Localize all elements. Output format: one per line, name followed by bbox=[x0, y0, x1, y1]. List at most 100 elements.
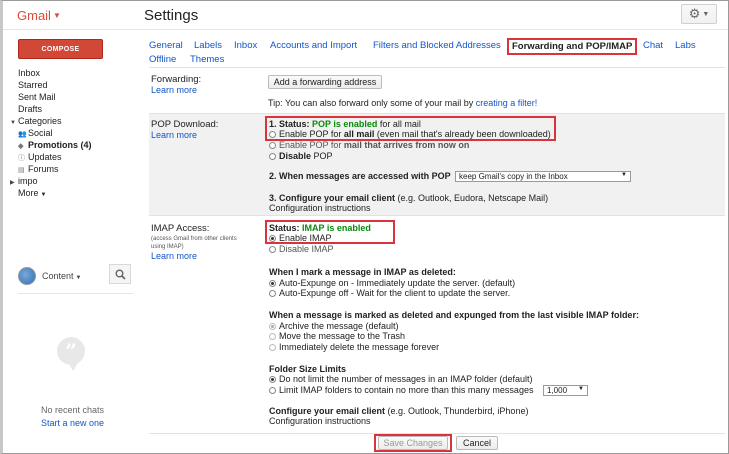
radio-button[interactable] bbox=[269, 246, 276, 253]
collapse-arrow-icon[interactable]: ▶ bbox=[10, 177, 18, 189]
dropdown-arrow-icon: ▼ bbox=[578, 386, 584, 392]
forwarding-learn-more-link[interactable]: Learn more bbox=[151, 85, 201, 95]
expunge-on-option[interactable]: Auto-Expunge on - Immediately update the… bbox=[269, 278, 515, 288]
tab-labs[interactable]: Labs bbox=[675, 40, 696, 51]
tab-general[interactable]: General bbox=[149, 40, 183, 51]
forwarding-tip: Tip: You can also forward only some of y… bbox=[268, 98, 537, 108]
chat-divider bbox=[18, 293, 133, 294]
chevron-down-icon: ▼ bbox=[52, 11, 61, 20]
radio-button[interactable] bbox=[269, 344, 276, 351]
compose-button[interactable]: COMPOSE bbox=[18, 39, 103, 59]
radio-button[interactable] bbox=[269, 387, 276, 394]
no-chats-text: No recent chats bbox=[41, 405, 105, 415]
sidebar-item-impo[interactable]: ▶ impo bbox=[10, 175, 92, 187]
tab-inbox[interactable]: Inbox bbox=[234, 40, 257, 51]
dropdown-arrow-icon: ▼ bbox=[621, 172, 627, 178]
tab-forwarding-pop-imap[interactable]: Forwarding and POP/IMAP bbox=[507, 38, 638, 55]
tab-offline[interactable]: Offline bbox=[149, 54, 176, 65]
sidebar-item-label: Promotions (4) bbox=[28, 140, 92, 150]
pop-status-highlight bbox=[265, 116, 556, 141]
page-title: Settings bbox=[144, 7, 199, 24]
chevron-down-icon: ▼ bbox=[40, 192, 47, 198]
radio-button[interactable] bbox=[269, 290, 276, 297]
sidebar-item-label: Forums bbox=[28, 164, 59, 174]
imap-configure-client: Configure your email client (e.g. Outloo… bbox=[269, 406, 529, 416]
imap-deleted-heading: When I mark a message in IMAP as deleted… bbox=[269, 267, 456, 277]
chat-search-button[interactable] bbox=[109, 264, 131, 284]
cancel-button[interactable]: Cancel bbox=[456, 436, 498, 450]
radio-button[interactable] bbox=[269, 142, 276, 149]
sidebar-item-label: Social bbox=[28, 128, 53, 138]
sidebar-item-categories[interactable]: ▼ Categories bbox=[10, 115, 92, 127]
sidebar-item-updates[interactable]: ⓘ Updates bbox=[18, 151, 92, 163]
sidebar-item-social[interactable]: 👥Social bbox=[18, 127, 92, 139]
sidebar-item-starred[interactable]: Starred bbox=[18, 79, 92, 91]
forwarding-label: Forwarding: Learn more bbox=[151, 74, 201, 95]
folder-size-heading: Folder Size Limits bbox=[269, 364, 347, 374]
radio-button[interactable] bbox=[269, 280, 276, 287]
imap-title: IMAP Access: bbox=[151, 223, 210, 234]
sidebar-item-inbox[interactable]: Inbox bbox=[18, 67, 92, 79]
sidebar-item-label: impo bbox=[18, 176, 38, 186]
imap-note: (access Gmail from other clients using I… bbox=[151, 236, 237, 250]
create-filter-link[interactable]: creating a filter! bbox=[476, 98, 538, 108]
sidebar-item-drafts[interactable]: Drafts bbox=[18, 103, 92, 115]
radio-button[interactable] bbox=[269, 333, 276, 340]
imap-label: IMAP Access: (access Gmail from other cl… bbox=[151, 223, 251, 261]
expand-arrow-icon[interactable]: ▼ bbox=[10, 117, 18, 129]
pop-step2: 2. When messages are accessed with POP bbox=[269, 171, 451, 181]
imap-disable-option[interactable]: Disable IMAP bbox=[269, 244, 334, 254]
archive-option[interactable]: Archive the message (default) bbox=[269, 321, 399, 331]
trash-option[interactable]: Move the message to the Trash bbox=[269, 331, 405, 341]
imap-status-highlight bbox=[265, 220, 395, 244]
tab-labels[interactable]: Labels bbox=[194, 40, 222, 51]
pop-option-from-now[interactable]: Enable POP for mail that arrives from no… bbox=[269, 140, 469, 150]
sidebar-item-label: Categories bbox=[18, 116, 62, 126]
tab-filters[interactable]: Filters and Blocked Addresses bbox=[373, 40, 501, 51]
sidebar-nav: Inbox Starred Sent Mail Drafts ▼ Categori… bbox=[10, 67, 92, 199]
add-forwarding-address-button[interactable]: Add a forwarding address bbox=[268, 75, 382, 89]
chat-bubble-tail bbox=[67, 361, 79, 371]
chat-status-label: Content ▼ bbox=[42, 271, 82, 281]
limit-option[interactable]: Limit IMAP folders to contain no more th… bbox=[269, 385, 533, 395]
sidebar-item-forums[interactable]: ▤ Forums bbox=[18, 163, 92, 175]
sidebar-item-sent[interactable]: Sent Mail bbox=[18, 91, 92, 103]
sidebar-item-more[interactable]: More ▼ bbox=[18, 187, 92, 199]
radio-button[interactable] bbox=[269, 153, 276, 160]
imap-config-instructions-link[interactable]: Configuration instructions bbox=[269, 416, 371, 426]
gmail-menu[interactable]: Gmail ▼ bbox=[17, 8, 61, 23]
radio-button[interactable] bbox=[269, 376, 276, 383]
forwarding-title: Forwarding: bbox=[151, 74, 202, 85]
pop-label: POP Download: Learn more bbox=[151, 119, 218, 140]
sidebar-item-promotions[interactable]: ◆ Promotions (4) bbox=[18, 139, 92, 151]
sidebar-item-label: Updates bbox=[28, 152, 62, 162]
imap-expunged-heading: When a message is marked as deleted and … bbox=[269, 310, 639, 320]
radio-button[interactable] bbox=[269, 323, 276, 330]
pop-learn-more-link[interactable]: Learn more bbox=[151, 130, 218, 140]
start-new-chat-link[interactable]: Start a new one bbox=[41, 418, 104, 428]
pop-action-select[interactable]: keep Gmail's copy in the Inbox ▼ bbox=[455, 171, 631, 182]
sidebar-item-label: More bbox=[18, 188, 39, 198]
save-button-highlight bbox=[374, 434, 452, 452]
pop-title: POP Download: bbox=[151, 119, 219, 130]
tabs-divider bbox=[149, 67, 725, 68]
section-divider bbox=[149, 215, 725, 216]
gmail-logo: Gmail bbox=[17, 8, 51, 23]
pop-step3: 3. Configure your email client (e.g. Out… bbox=[269, 193, 549, 203]
gear-icon: ⚙ bbox=[688, 6, 701, 21]
pop-option-disable[interactable]: Disable POP bbox=[269, 151, 333, 161]
settings-gear-button[interactable]: ⚙ ▼ bbox=[681, 4, 717, 24]
pop-config-instructions-link[interactable]: Configuration instructions bbox=[269, 203, 371, 213]
delete-forever-option[interactable]: Immediately delete the message forever bbox=[269, 342, 439, 352]
expunge-off-option[interactable]: Auto-Expunge off - Wait for the client t… bbox=[269, 288, 510, 298]
tab-accounts-import[interactable]: Accounts and Import bbox=[270, 40, 357, 51]
no-limit-option[interactable]: Do not limit the number of messages in a… bbox=[269, 374, 532, 384]
search-icon bbox=[115, 269, 126, 280]
limit-count-select[interactable]: 1,000 ▼ bbox=[543, 385, 588, 396]
imap-learn-more-link[interactable]: Learn more bbox=[151, 251, 251, 261]
header-divider bbox=[3, 29, 728, 30]
window-frame: Gmail ▼ Settings ⚙ ▼ COMPOSE Inbox Starred… bbox=[0, 0, 729, 454]
tab-chat[interactable]: Chat bbox=[643, 40, 663, 51]
chevron-down-icon: ▼ bbox=[702, 10, 710, 18]
tab-themes[interactable]: Themes bbox=[190, 54, 224, 65]
